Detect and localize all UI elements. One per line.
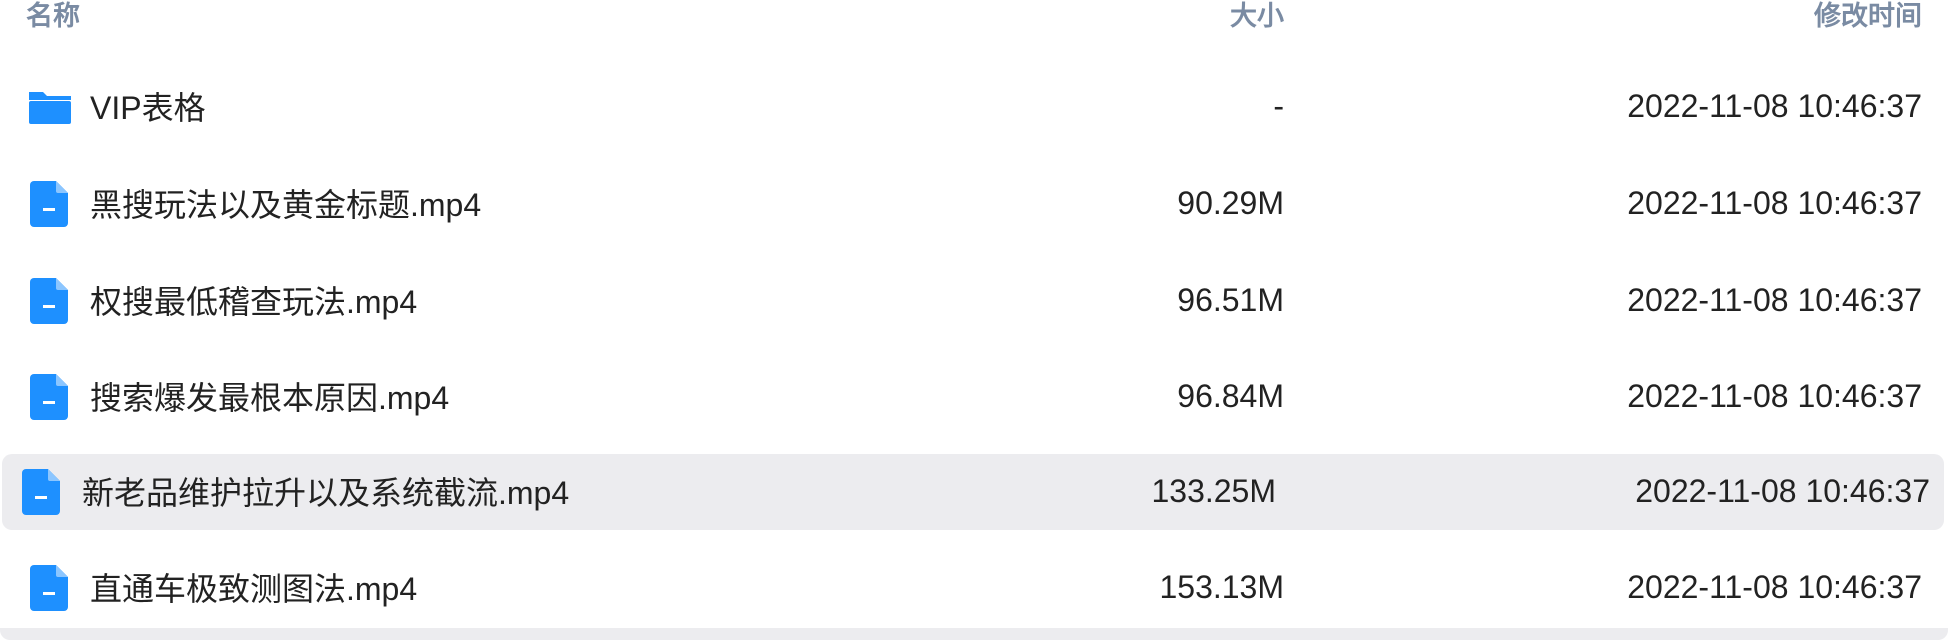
file-icon: [28, 563, 72, 613]
file-modified: 2022-11-08 10:46:37: [1627, 377, 1922, 414]
table-header: 名称 大小 修改时间: [0, 0, 1948, 40]
column-header-modified[interactable]: 修改时间: [1814, 0, 1922, 33]
folder-icon: [28, 82, 72, 132]
file-modified: 2022-11-08 10:46:37: [1627, 568, 1922, 605]
file-row[interactable]: 搜索爆发最根本原因.mp4 96.84M 2022-11-08 10:46:37: [0, 357, 1948, 437]
file-size: 153.13M: [1159, 568, 1284, 605]
column-header-name[interactable]: 名称: [26, 0, 80, 33]
file-size: 96.84M: [1177, 377, 1284, 414]
file-name[interactable]: 新老品维护拉升以及系统截流.mp4: [82, 468, 569, 514]
file-icon: [28, 276, 72, 326]
file-row-selected[interactable]: 新老品维护拉升以及系统截流.mp4 133.25M 2022-11-08 10:…: [0, 452, 1948, 532]
file-row[interactable]: 权搜最低稽查玩法.mp4 96.51M 2022-11-08 10:46:37: [0, 261, 1948, 341]
file-modified: 2022-11-08 10:46:37: [1635, 472, 1930, 509]
file-modified: 2022-11-08 10:46:37: [1627, 281, 1922, 318]
file-size: 133.25M: [1151, 472, 1276, 509]
file-row[interactable]: 直通车极致测图法.mp4 153.13M 2022-11-08 10:46:37: [0, 548, 1948, 628]
file-name[interactable]: VIP表格: [90, 83, 206, 129]
file-size: 96.51M: [1177, 281, 1284, 318]
file-row-folder-vip[interactable]: VIP表格 - 2022-11-08 10:46:37: [0, 67, 1948, 147]
file-name[interactable]: 直通车极致测图法.mp4: [90, 564, 417, 610]
file-name[interactable]: 权搜最低稽查玩法.mp4: [90, 277, 417, 323]
file-size: 90.29M: [1177, 184, 1284, 221]
scroll-edge: [0, 628, 1948, 640]
file-modified: 2022-11-08 10:46:37: [1627, 87, 1922, 124]
column-header-size[interactable]: 大小: [1230, 0, 1284, 33]
file-row[interactable]: 黑搜玩法以及黄金标题.mp4 90.29M 2022-11-08 10:46:3…: [0, 164, 1948, 244]
file-icon: [28, 179, 72, 229]
file-list: 名称 大小 修改时间 VIP表格 - 2022-11-08 10:46:37 黑…: [0, 0, 1948, 640]
file-modified: 2022-11-08 10:46:37: [1627, 184, 1922, 221]
file-name[interactable]: 黑搜玩法以及黄金标题.mp4: [90, 180, 481, 226]
file-size: -: [1273, 87, 1284, 124]
file-icon: [28, 372, 72, 422]
file-name[interactable]: 搜索爆发最根本原因.mp4: [90, 373, 449, 419]
file-icon: [20, 467, 64, 517]
